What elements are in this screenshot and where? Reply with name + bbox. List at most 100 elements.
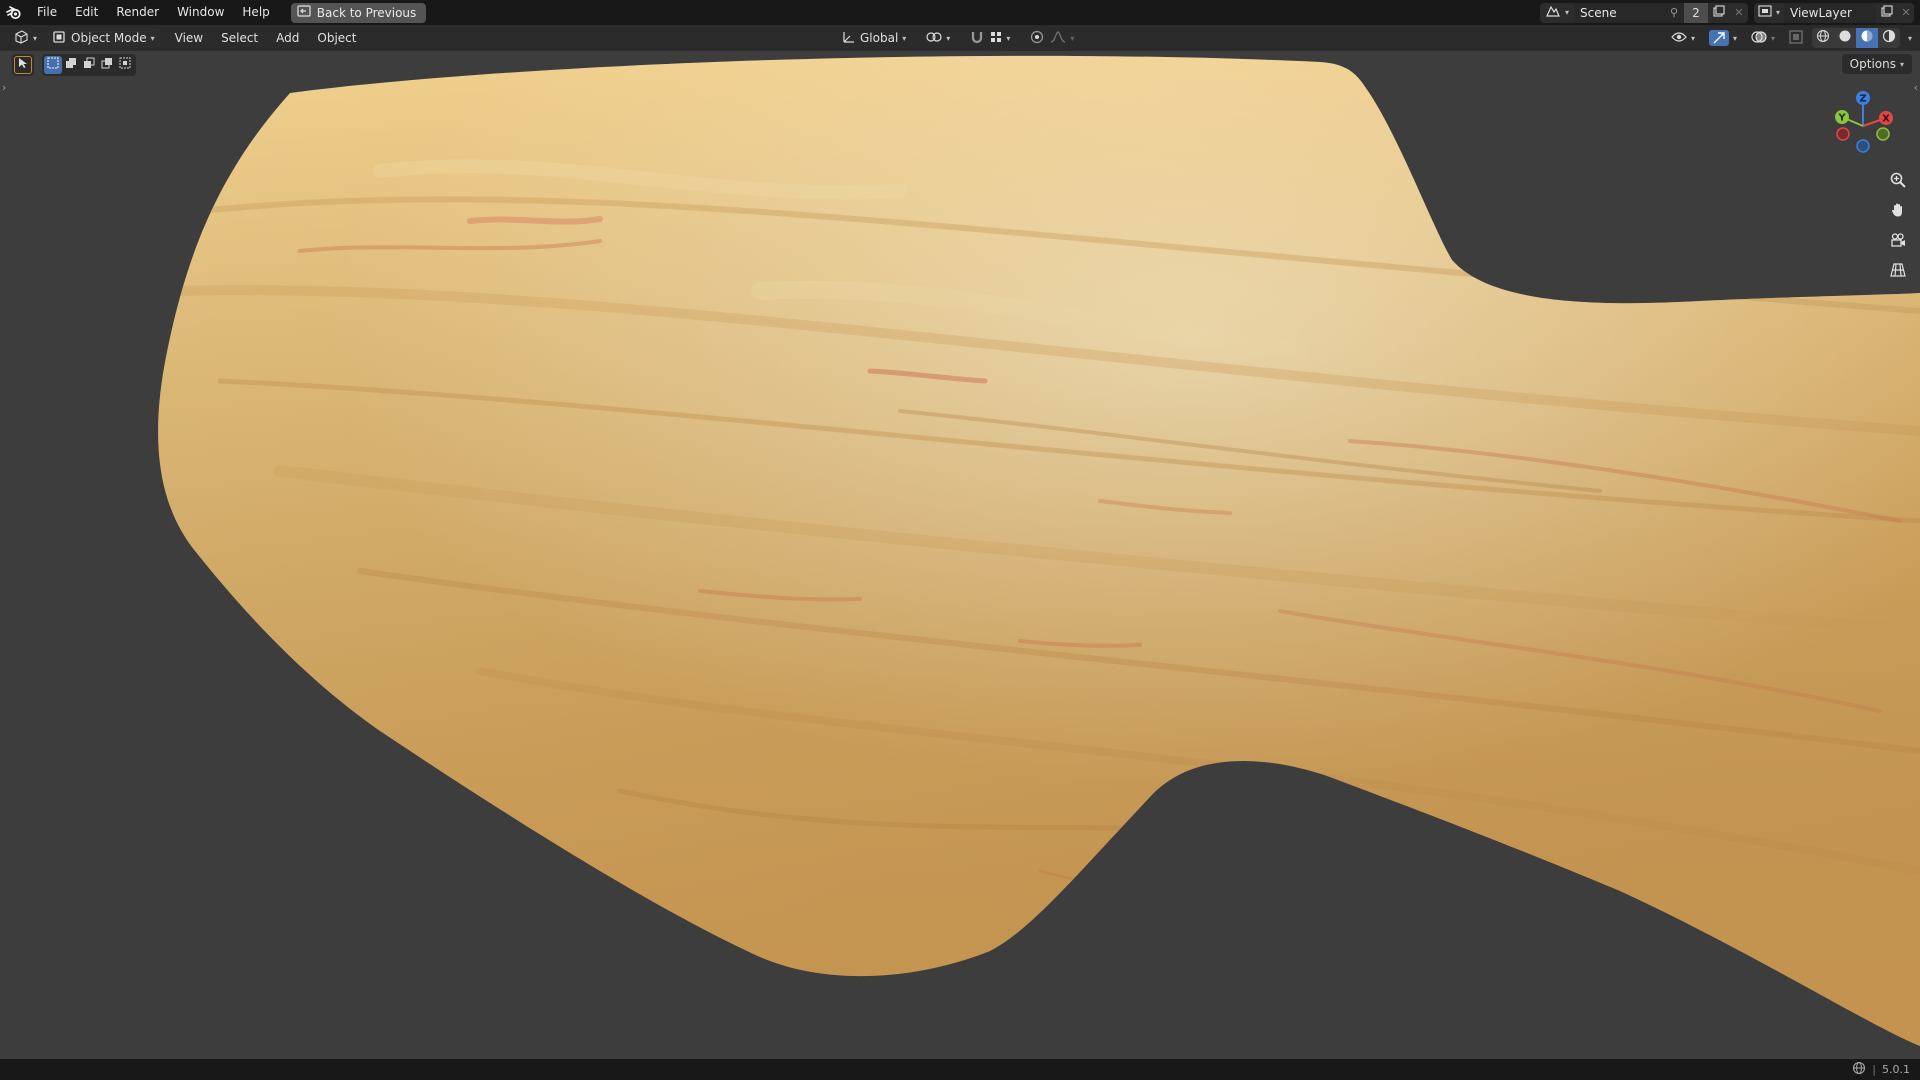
- chevron-down-icon: ▾: [1070, 33, 1075, 43]
- proportional-editing-controls[interactable]: ▾: [1025, 28, 1079, 48]
- gizmo-toggle[interactable]: ▾: [1704, 28, 1742, 48]
- xray-toggle[interactable]: [1784, 28, 1808, 48]
- menu-select[interactable]: Select: [216, 28, 263, 48]
- scene-users-count[interactable]: 2: [1684, 2, 1708, 23]
- chevron-down-icon: ▾: [1775, 8, 1780, 17]
- status-divider: |: [1872, 1063, 1876, 1076]
- viewport-navigation-buttons: [1886, 168, 1910, 282]
- chevron-down-icon: ▾: [33, 33, 38, 43]
- solid-shading-button[interactable]: [1833, 28, 1856, 48]
- 3d-viewport[interactable]: Options ▾ › ‹ Z X Y: [0, 51, 1920, 1059]
- select-new-icon: [47, 57, 59, 73]
- menu-object[interactable]: Object: [312, 28, 361, 48]
- menu-view[interactable]: View: [170, 28, 208, 48]
- overlays-toggle[interactable]: ▾: [1746, 28, 1780, 48]
- new-view-layer-button[interactable]: [1876, 2, 1898, 23]
- chevron-down-icon: ▾: [1006, 33, 1011, 43]
- top-menu-bar: File Edit Render Window Help Back to Pre…: [0, 0, 1920, 25]
- select-subtract-mode-button[interactable]: [80, 56, 98, 74]
- pin-icon[interactable]: ⚲: [1670, 6, 1678, 19]
- camera-view-icon[interactable]: [1886, 228, 1910, 252]
- visibility-selector[interactable]: ▾: [1666, 28, 1700, 48]
- pivot-point-selector[interactable]: ▾: [921, 28, 955, 48]
- scene-name-field[interactable]: Scene ⚲: [1574, 2, 1684, 23]
- shading-mode-selector: [1811, 28, 1900, 48]
- editor-type-button[interactable]: ▾: [8, 28, 42, 48]
- menu-render[interactable]: Render: [107, 0, 168, 25]
- material-sphere-icon: [1860, 29, 1874, 47]
- version-label: 5.0.1: [1882, 1063, 1910, 1076]
- viewport-shading-controls: ▾ ▾ ▾ ▾: [1666, 28, 1912, 48]
- back-to-previous-label: Back to Previous: [316, 5, 417, 20]
- wooden-object-mesh[interactable]: [0, 51, 1920, 1059]
- snapping-controls[interactable]: ▾: [965, 28, 1015, 48]
- material-preview-shading-button[interactable]: [1855, 28, 1878, 48]
- new-scene-button[interactable]: [1708, 2, 1730, 23]
- viewport-header: ▾ Object Mode ▾ View Select Add Object G…: [0, 25, 1920, 51]
- transform-orientation-selector[interactable]: Global ▾: [836, 28, 911, 48]
- sidebar-expand-arrow-icon[interactable]: ‹: [1914, 81, 1918, 94]
- magnet-icon: [970, 30, 984, 47]
- select-intersect-icon: [119, 57, 131, 73]
- object-mode-icon: [53, 30, 65, 46]
- toolbar-expand-arrow-icon[interactable]: ›: [2, 81, 6, 94]
- xray-icon: [1789, 29, 1803, 47]
- chevron-down-icon: ▾: [1564, 8, 1569, 17]
- options-dropdown[interactable]: Options ▾: [1841, 54, 1912, 74]
- chevron-down-icon: ▾: [1690, 33, 1695, 43]
- cursor-arrow-icon: [18, 57, 28, 73]
- delete-scene-button[interactable]: ✕: [1730, 2, 1748, 23]
- proportional-editing-icon: [1030, 30, 1044, 47]
- navigation-gizmo[interactable]: Z X Y: [1828, 86, 1898, 166]
- chevron-down-icon: ▾: [1899, 59, 1904, 69]
- orientation-label: Global: [860, 31, 899, 45]
- mode-selector[interactable]: Object Mode ▾: [48, 28, 160, 48]
- orientation-axes-icon: [841, 30, 855, 47]
- snap-increment-icon: [990, 31, 1002, 46]
- menu-edit[interactable]: Edit: [66, 0, 107, 25]
- view-layer-name-field[interactable]: ViewLayer: [1784, 2, 1876, 23]
- gizmo-icon: [1708, 30, 1729, 46]
- select-intersect-mode-button[interactable]: [116, 56, 134, 74]
- select-invert-mode-button[interactable]: [98, 56, 116, 74]
- back-to-previous-button[interactable]: Back to Previous: [290, 2, 427, 23]
- menu-window[interactable]: Window: [168, 0, 233, 25]
- wireframe-shading-button[interactable]: [1811, 28, 1834, 48]
- zoom-icon[interactable]: [1886, 168, 1910, 192]
- menu-file[interactable]: File: [28, 0, 66, 25]
- view-layer-browse-button[interactable]: ▾: [1754, 2, 1784, 23]
- select-new-mode-button[interactable]: [44, 56, 62, 74]
- menu-help[interactable]: Help: [233, 0, 278, 25]
- viewport-tool-header: [12, 54, 136, 76]
- perspective-grid-icon[interactable]: [1886, 258, 1910, 282]
- scene-selector: ▾ Scene ⚲ 2 ✕: [1540, 2, 1748, 23]
- transform-controls: Global ▾ ▾ ▾ ▾: [836, 28, 1079, 48]
- delete-view-layer-button[interactable]: ✕: [1898, 2, 1914, 23]
- select-extend-mode-button[interactable]: [62, 56, 80, 74]
- eye-icon: [1671, 31, 1687, 46]
- shading-options-chevron-icon[interactable]: ▾: [1908, 34, 1912, 43]
- select-cursor-tool[interactable]: [14, 56, 32, 74]
- solid-sphere-icon: [1838, 29, 1852, 47]
- options-label: Options: [1849, 57, 1896, 71]
- render-layers-icon: [1758, 4, 1772, 21]
- hand-pan-icon[interactable]: [1886, 198, 1910, 222]
- globe-icon: [1852, 1061, 1866, 1078]
- active-tool-box: [12, 54, 34, 76]
- menu-add[interactable]: Add: [271, 28, 304, 48]
- scene-icon: [1545, 4, 1561, 22]
- view-layer-name: ViewLayer: [1790, 5, 1852, 20]
- blender-logo-icon[interactable]: [0, 0, 28, 25]
- chevron-down-icon: ▾: [1770, 33, 1775, 43]
- pivot-icon: [926, 30, 942, 47]
- close-icon: ✕: [1734, 6, 1744, 19]
- back-to-previous-icon: [297, 5, 311, 20]
- gizmo-x-label: X: [1882, 114, 1890, 125]
- select-invert-icon: [101, 57, 113, 73]
- rendered-shading-button[interactable]: [1877, 28, 1900, 48]
- scene-browse-button[interactable]: ▾: [1540, 2, 1574, 23]
- overlays-icon: [1751, 30, 1767, 47]
- falloff-curve-icon: [1050, 30, 1066, 46]
- duplicate-icon: [1881, 4, 1893, 21]
- duplicate-icon: [1713, 4, 1725, 21]
